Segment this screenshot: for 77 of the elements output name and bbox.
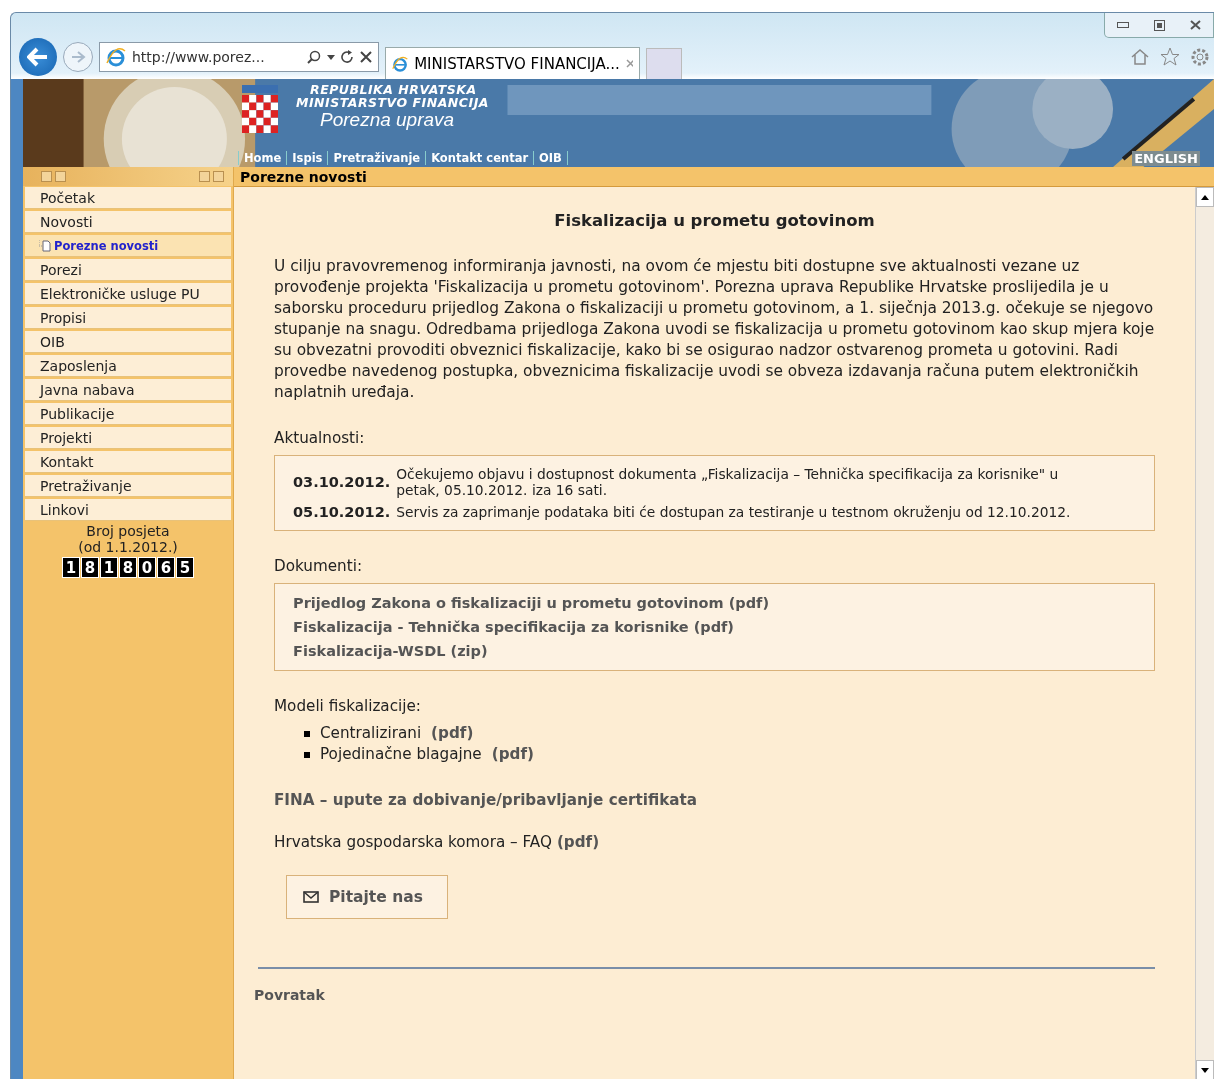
sidebar-item[interactable]: Propisi [25,307,231,329]
page-icon [39,239,51,252]
news-text: Servis za zaprimanje podataka biti će dostupan za testiranje u testnom okruženju od 12.10.2012. [396,504,1071,520]
sidebar-item[interactable]: Linkovi [25,499,231,521]
browser-logo-icon [106,47,126,67]
scrollbar[interactable] [1195,187,1214,1079]
section-heading: Modeli fiskalizacije: [274,697,422,715]
article-title: Fiskalizacija u prometu gotovinom [553,211,876,230]
sidebar-item[interactable]: Elektroničke usluge PU [25,283,231,305]
breadcrumb: Porezne novosti [234,167,1214,187]
counter-digit: 1 [62,557,80,578]
star-icon[interactable] [1160,47,1180,67]
address-field[interactable]: http://www.porez... [99,42,379,72]
mail-icon [303,891,319,903]
model-label: Centralizirani [320,723,422,744]
search-icon[interactable] [307,50,321,64]
model-label: Pojedinačne blagajne [320,744,482,765]
up-arrow-icon[interactable] [1201,194,1209,200]
back-arrow-icon[interactable] [27,47,49,67]
close-tab-icon[interactable] [625,59,633,68]
counter-label: Broj posjeta [86,523,170,539]
close-icon[interactable] [1189,20,1201,30]
sidebar-item[interactable]: OIB [25,331,231,353]
document-link[interactable]: Fiskalizacija-WSDL (zip) [293,642,1136,660]
news-date: 05.10.2012. [293,504,391,520]
pdf-link[interactable]: (pdf) [556,833,600,851]
back-link[interactable]: Povratak [254,987,1155,1003]
sidebar-item[interactable]: Pretraživanje [25,475,231,497]
browser-tab[interactable]: MINISTARSTVO FINANCIJA... [385,47,640,79]
news-date: 03.10.2012. [293,474,391,490]
minimize-icon[interactable] [1117,22,1129,28]
sidebar-item[interactable]: Zaposlenja [25,355,231,377]
sidebar-subitem[interactable]: Porezne novosti [25,235,231,257]
news-text: Očekujemo objavu i dostupnost dokumenta „Fiskalizacija – Tehnička specifikacija za korisnike" u petak, 05.10.2012. iza 16 sati. [396,466,1060,498]
counter-digit: 8 [119,557,137,578]
pdf-link[interactable]: (pdf) [491,744,534,765]
document-link[interactable]: Fiskalizacija - Tehnička specifikacija za korisnike (pdf) [293,618,1136,636]
intro-paragraph: U cilju pravovremenog informiranja javnosti, na ovom će mjestu biti dostupne sve aktualnosti vezane uz provođenje projekta 'Fiskalizacija u prometu gotovinom'. Porezna uprava Republike Hrvatske proslijedila je u saborsku proceduru prijedlog Zakona o fiskalizaciji u prometu gotovinom, a 1. siječnja 2013.g. očekuje se njegovo stupanje na snagu. Odredbama prijedloga Zakona uvodi se fiskalizacija u prometu gotovinom kao skup mjera koje su obvezatni provoditi obveznici fiskalizacije, kako bi se osigurao nadzor ostvarenog prometa u gotovini. Radi provedbe navedenog postupka, obveznicima fiskalizacije uvodi se obveza izdavanja računa putem elektroničkih naplatnih uređaja. [274,256,1155,403]
caret-icon[interactable] [327,54,335,60]
sidebar-item[interactable]: Projekti [25,427,231,449]
section-heading: Aktualnosti: [274,429,366,447]
stop-icon[interactable] [360,51,372,63]
bullet-icon [304,730,310,737]
sidebar-item[interactable]: Novosti [25,211,231,233]
sidebar-item[interactable]: Javna nabava [25,379,231,401]
counter-digit: 6 [157,557,175,578]
sidebar-item[interactable]: Kontakt [25,451,231,473]
faq-label: Hrvatska gospodarska komora – FAQ [274,833,552,851]
scroll-up-button[interactable] [1196,187,1214,207]
counter-digit: 5 [176,557,194,578]
back-button[interactable] [19,38,57,76]
counter-date: (od 1.1.2012.) [78,539,178,555]
site-title: REPUBLIKA HRVATSKA [310,83,477,96]
site-subtitle: Porezna uprava [320,109,455,131]
sidebar-item[interactable]: Početak [25,187,231,209]
document-link[interactable]: Prijedlog Zakona o fiskalizaciji u prometu gotovinom (pdf) [293,594,1136,612]
counter-digit: 1 [100,557,118,578]
fina-link[interactable]: FINA – upute za dobivanje/pribavljanje certifikata [274,791,1155,809]
nav-link[interactable]: OIB [533,151,568,165]
down-arrow-icon[interactable] [1201,1067,1209,1073]
section-heading: Dokumenti: [274,557,363,575]
nav-link[interactable]: Ispis [286,151,328,165]
nav-link[interactable]: Pretraživanje [327,151,426,165]
settings-icon[interactable] [1190,47,1210,67]
nav-link[interactable]: Kontakt centar [425,151,534,165]
pdf-link[interactable]: (pdf) [431,723,474,744]
counter-digit: 8 [81,557,99,578]
refresh-icon[interactable] [341,50,354,64]
sidebar-item[interactable]: Porezi [25,259,231,281]
scroll-down-button[interactable] [1196,1060,1214,1079]
sidebar-item[interactable]: Publikacije [25,403,231,425]
maximize-icon[interactable] [1153,19,1165,31]
home-icon[interactable] [1130,47,1150,67]
counter-digit: 0 [138,557,156,578]
site-title: MINISTARSTVO FINANCIJA [296,96,489,109]
ask-button[interactable]: Pitajte nas [286,875,448,919]
bullet-icon [304,751,310,758]
